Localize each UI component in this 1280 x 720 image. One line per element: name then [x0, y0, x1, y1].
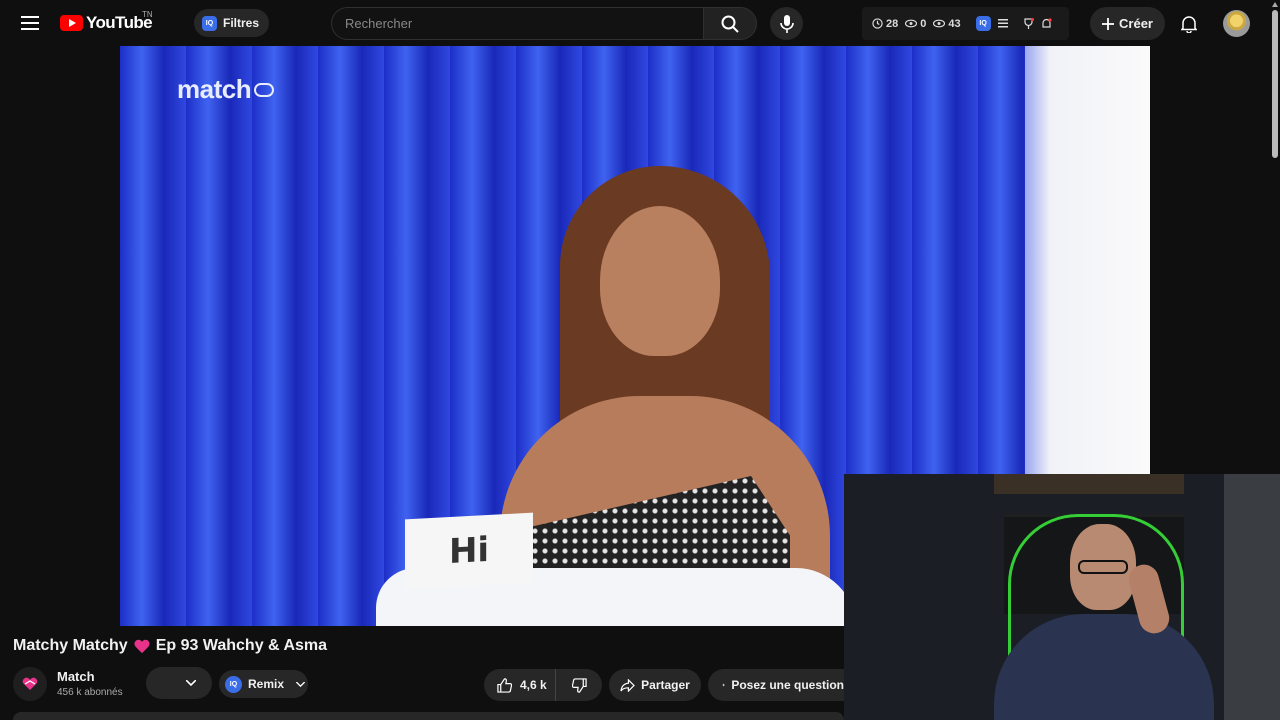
dislike-button[interactable]	[556, 677, 602, 693]
ask-question-button[interactable]: Posez une question	[708, 669, 844, 701]
title-prefix: Matchy Matchy	[13, 637, 128, 654]
list-icon[interactable]	[997, 19, 1008, 28]
match-watermark: match	[177, 74, 275, 105]
channel-avatar[interactable]	[13, 667, 47, 701]
chevron-down-icon	[296, 681, 306, 687]
create-button[interactable]: Créer	[1090, 7, 1165, 40]
iq-extension-icon: IQ	[225, 675, 242, 693]
alert-bell-icon[interactable]	[1041, 17, 1052, 30]
channel-name[interactable]: Match	[57, 669, 95, 684]
handshake-icon	[254, 82, 275, 97]
webcam-overlay	[844, 474, 1280, 720]
youtube-play-icon	[60, 15, 83, 31]
heart-emoji-icon	[134, 638, 150, 654]
stat-views-a: 0	[905, 18, 926, 30]
search-icon	[721, 15, 739, 33]
sparkle-icon	[722, 683, 726, 687]
stat-value: 28	[886, 17, 899, 30]
share-arrow-icon	[620, 678, 635, 692]
youtube-logo[interactable]: YouTube TN	[60, 10, 153, 34]
search-button[interactable]	[703, 7, 757, 40]
scroll-up-arrow-icon[interactable]	[1272, 2, 1278, 7]
filters-label: Filtres	[223, 16, 260, 30]
clock-icon	[872, 18, 883, 29]
thumbs-down-icon	[571, 677, 587, 693]
voice-search-button[interactable]	[770, 7, 803, 40]
thumbs-up-icon	[497, 677, 512, 693]
subscriber-count: 456 k abonnés	[57, 687, 123, 698]
watermark-text: match	[177, 74, 252, 104]
iq-extension-icon: IQ	[202, 15, 217, 31]
subscribe-dropdown-button[interactable]	[146, 667, 212, 699]
like-dislike-group: 4,6 k	[484, 669, 602, 701]
iq-extension-icon[interactable]: IQ	[975, 16, 991, 31]
share-label: Partager	[641, 678, 690, 692]
remix-button[interactable]: IQ Remix	[219, 670, 308, 698]
top-bar: YouTube TN IQ Filtres 28 0 43 IQ Créer	[0, 0, 1280, 46]
eye-icon	[933, 19, 946, 28]
country-code: TN	[142, 10, 153, 19]
ask-label: Posez une question	[731, 678, 844, 692]
stat-views-b: 43	[933, 17, 961, 30]
video-frame-person	[490, 166, 850, 626]
search-input[interactable]	[345, 16, 703, 31]
description-panel-edge	[13, 712, 844, 720]
remix-label: Remix	[248, 677, 285, 691]
search-box	[331, 7, 703, 40]
extension-stats-bar: 28 0 43 IQ	[862, 7, 1069, 40]
title-suffix: Ep 93 Wahchy & Asma	[155, 637, 328, 654]
filters-button[interactable]: IQ Filtres	[194, 9, 270, 37]
hamburger-menu-icon[interactable]	[14, 7, 46, 39]
scroll-thumb[interactable]	[1272, 10, 1278, 158]
match-heart-logo-icon	[22, 677, 38, 690]
like-count: 4,6 k	[520, 678, 547, 692]
plus-icon	[1102, 17, 1115, 30]
trophy-icon[interactable]	[1023, 17, 1034, 30]
stat-watch-time: 28	[872, 18, 898, 30]
notifications-button[interactable]	[1174, 7, 1204, 40]
microphone-icon	[779, 14, 794, 33]
share-button[interactable]: Partager	[609, 669, 701, 701]
eye-icon	[905, 19, 918, 28]
stat-value: 0	[920, 17, 927, 30]
create-label: Créer	[1119, 16, 1153, 31]
stat-value: 43	[948, 17, 961, 30]
like-button[interactable]: 4,6 k	[484, 669, 556, 701]
chevron-down-icon	[186, 680, 196, 686]
bell-icon	[1181, 15, 1197, 33]
user-avatar[interactable]	[1223, 10, 1250, 37]
name-card: Hi	[405, 512, 533, 590]
video-title: Matchy Matchy Ep 93 Wahchy & Asma	[13, 637, 327, 655]
